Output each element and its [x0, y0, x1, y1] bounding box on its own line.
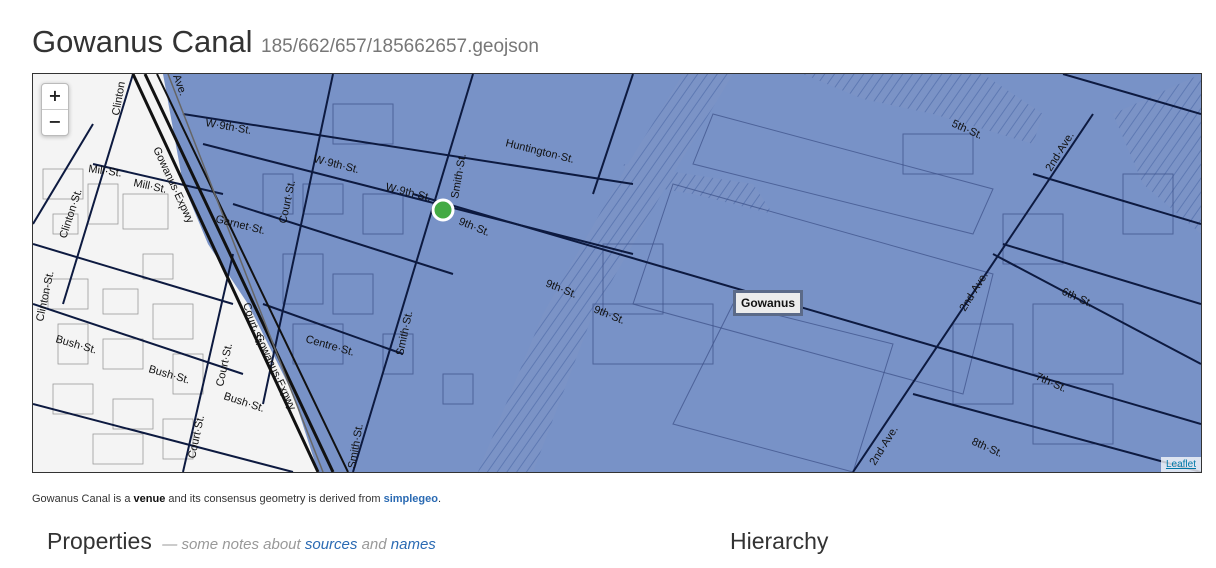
zoom-out-button[interactable]: − [42, 110, 68, 135]
note-and: and [357, 536, 391, 553]
sources-link[interactable]: sources [305, 536, 358, 553]
names-link[interactable]: names [391, 536, 436, 553]
desc-text2: and its consensus geometry is derived fr… [165, 493, 384, 505]
desc-placetype: venue [133, 493, 166, 505]
map-canvas[interactable]: W·9th·St. W·9th·St. W·9th·St. 9th·St. 9t… [33, 74, 1201, 472]
geojson-path[interactable]: 185/662/657/185662657.geojson [261, 36, 539, 57]
desc-name: Gowanus Canal [32, 493, 111, 505]
note-prefix: — some notes about [162, 536, 305, 553]
page-header: Gowanus Canal 185/662/657/185662657.geoj… [32, 24, 539, 64]
geometry-description: Gowanus Canal is a venue and its consens… [32, 493, 441, 505]
hierarchy-heading: Hierarchy [730, 528, 829, 554]
place-label: Gowanus [733, 290, 804, 316]
properties-heading: Properties [47, 528, 152, 554]
zoom-control: + − [41, 83, 69, 136]
leaflet-link[interactable]: Leaflet [1166, 459, 1196, 470]
source-link[interactable]: simplegeo [384, 493, 438, 505]
desc-text3: . [437, 493, 442, 505]
page-title: Gowanus Canal [32, 24, 253, 59]
location-marker[interactable] [431, 198, 455, 222]
zoom-in-button[interactable]: + [42, 84, 68, 110]
desc-text1: is a [110, 493, 134, 505]
properties-note: — some notes about sources and names [162, 536, 436, 553]
map-attribution: Leaflet [1160, 457, 1201, 472]
map-container[interactable]: W·9th·St. W·9th·St. W·9th·St. 9th·St. 9t… [32, 73, 1202, 473]
properties-section: Properties — some notes about sources an… [47, 528, 436, 555]
